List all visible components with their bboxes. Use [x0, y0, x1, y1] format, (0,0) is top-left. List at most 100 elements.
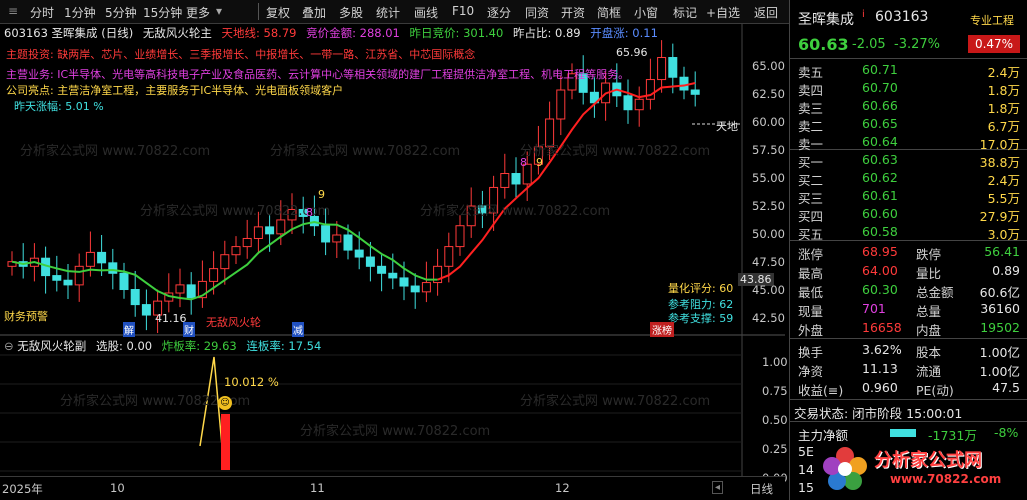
btn-biaoji[interactable]: 标记 — [673, 4, 697, 21]
fund-row[interactable]: 换手 3.62% 股本 1.00亿 — [790, 341, 1027, 360]
btn-jiankuang[interactable]: 简框 — [597, 4, 621, 21]
watermark: 分析家公式网 www.70822.com — [20, 144, 211, 159]
ask-price: 60.64 — [862, 134, 898, 149]
fund-key: 净资 — [798, 364, 824, 379]
stat-row[interactable]: 外盘 16658 内盘 19502 — [790, 319, 1027, 338]
fund-key: 股本 — [916, 345, 942, 360]
candle-body — [377, 265, 387, 274]
btn-diejia[interactable]: 叠加 — [302, 4, 326, 21]
industry-tag[interactable]: 专业工程 — [970, 12, 1014, 28]
fund-value: 11.13 — [862, 361, 898, 376]
ask-row[interactable]: 卖三 60.66 1.8万 — [790, 97, 1027, 116]
lianban-value: 连板率: 17.54 — [246, 339, 322, 353]
sub-indicator-name[interactable]: 无敌风火轮副 — [17, 339, 86, 353]
stat-row[interactable]: 最高 64.00 量比 0.89 — [790, 262, 1027, 281]
stat-row[interactable]: 现量 701 总量 36160 — [790, 300, 1027, 319]
sub-tick: 0.25 — [762, 442, 788, 456]
stat-value: 60.30 — [862, 282, 898, 297]
fund-row[interactable]: 净资 11.13 流通 1.00亿 — [790, 360, 1027, 379]
indicator-name[interactable]: 无敌风火轮主 — [143, 26, 212, 40]
ask-row[interactable]: 卖二 60.65 6.7万 — [790, 115, 1027, 134]
btn-tongzi[interactable]: 同资 — [525, 4, 549, 21]
stat-key: 最高 — [798, 266, 824, 281]
candle-body — [421, 282, 431, 293]
ask-price: 60.70 — [862, 80, 898, 95]
tab-1min[interactable]: 1分钟 — [64, 4, 96, 21]
bid-row[interactable]: 买四 60.60 27.9万 — [790, 205, 1027, 224]
low-price-label: 41.16 — [155, 312, 187, 325]
btn-huaxian[interactable]: 画线 — [414, 4, 438, 21]
fund-row[interactable]: 收益(≡) 0.960 PE(动) 47.5 — [790, 379, 1027, 398]
bid-row[interactable]: 买一 60.63 38.8万 — [790, 151, 1027, 170]
candle-body — [332, 234, 342, 243]
divider — [258, 3, 259, 20]
fund-value: 1.00亿 — [979, 345, 1020, 360]
ask-row[interactable]: 卖一 60.64 17.0万 — [790, 133, 1027, 152]
logo-url: www.70822.com — [890, 472, 1002, 486]
stat-key: 跌停 — [916, 247, 942, 262]
candle-body — [265, 226, 275, 235]
menu-icon[interactable]: ≡ — [8, 4, 18, 18]
axis-month: 10 — [110, 481, 125, 495]
tab-fenshi[interactable]: 分时 — [30, 4, 54, 21]
stat-key: 外盘 — [798, 323, 824, 338]
btn-duogu[interactable]: 多股 — [339, 4, 363, 21]
turnover-badge: 0.47% — [968, 35, 1020, 53]
btn-fuquan[interactable]: 复权 — [266, 4, 290, 21]
btn-tongji[interactable]: 统计 — [376, 4, 400, 21]
ask-row[interactable]: 卖四 60.70 1.8万 — [790, 79, 1027, 98]
price-tick: 60.00 — [752, 115, 785, 129]
axis-month: 12 — [555, 481, 570, 495]
btn-add-watchlist[interactable]: +自选 — [706, 4, 740, 21]
price-tick: 57.50 — [752, 143, 785, 157]
bid-row[interactable]: 买二 60.62 2.4万 — [790, 169, 1027, 188]
info-icon[interactable]: i — [862, 9, 865, 20]
jie-tag[interactable]: 解 — [123, 322, 135, 337]
bid-row[interactable]: 买五 60.58 3.0万 — [790, 223, 1027, 242]
btn-f10[interactable]: F10 — [452, 4, 474, 18]
scroll-left-icon[interactable]: ◂ — [712, 481, 724, 494]
stat-row[interactable]: 最低 60.30 总金额 60.6亿 — [790, 281, 1027, 300]
chevron-down-icon[interactable]: ▾ — [216, 4, 222, 18]
fund-key: 收益(≡) — [798, 383, 844, 398]
btn-kaizi[interactable]: 开资 — [561, 4, 585, 21]
flower-logo-icon — [823, 447, 867, 490]
bid-price: 60.62 — [862, 170, 898, 185]
yesterday-ratio: 昨占比: 0.89 — [512, 26, 581, 40]
price-tick: 42.50 — [752, 311, 785, 325]
tab-15min[interactable]: 15分钟 — [143, 4, 182, 21]
stat-value: 16658 — [862, 320, 902, 335]
ask-price: 60.65 — [862, 116, 898, 131]
fund-value: 3.62% — [862, 342, 902, 357]
bid-row[interactable]: 买三 60.61 5.5万 — [790, 187, 1027, 206]
period-label[interactable]: 日线 — [750, 481, 773, 497]
tab-5min[interactable]: 5分钟 — [105, 4, 137, 21]
current-price: 60.63 — [798, 35, 849, 54]
zhang-tag[interactable]: 涨榜 — [650, 322, 674, 337]
btn-xiaochuang[interactable]: 小窗 — [634, 4, 658, 21]
btn-zhufen[interactable]: 逐分 — [487, 4, 511, 21]
watermark: 分析家公式网 www.70822.com — [140, 204, 331, 219]
stat-key: 总量 — [916, 304, 942, 319]
yesterday-change: 昨天涨幅: 5.01 % — [14, 100, 104, 113]
stat-value: 0.89 — [992, 263, 1020, 278]
quote-title: 圣晖集成 i 603163 专业工程 — [790, 8, 1027, 28]
jian-tag[interactable]: 减 — [292, 322, 304, 337]
candle-body — [175, 284, 185, 294]
ask-row[interactable]: 卖五 60.71 2.4万 — [790, 61, 1027, 80]
btn-back[interactable]: 返回 — [754, 4, 778, 21]
candle-body — [108, 262, 118, 274]
eight-count-label: 8 — [306, 206, 313, 219]
candle-body — [365, 256, 375, 267]
ask-price: 60.66 — [862, 98, 898, 113]
candle-body — [399, 277, 409, 287]
tab-more[interactable]: 更多 — [186, 4, 210, 21]
divider — [790, 338, 1027, 339]
site-logo: 分析家公式网 www.70822.com — [820, 440, 1026, 498]
settings-icon[interactable]: ⊖ — [4, 339, 14, 353]
candle-body — [85, 251, 95, 267]
stock-code: 603163 — [875, 9, 929, 25]
cai-tag[interactable]: 财 — [183, 322, 195, 337]
candle-body — [253, 226, 263, 239]
stat-row[interactable]: 涨停 68.95 跌停 56.41 — [790, 243, 1027, 262]
